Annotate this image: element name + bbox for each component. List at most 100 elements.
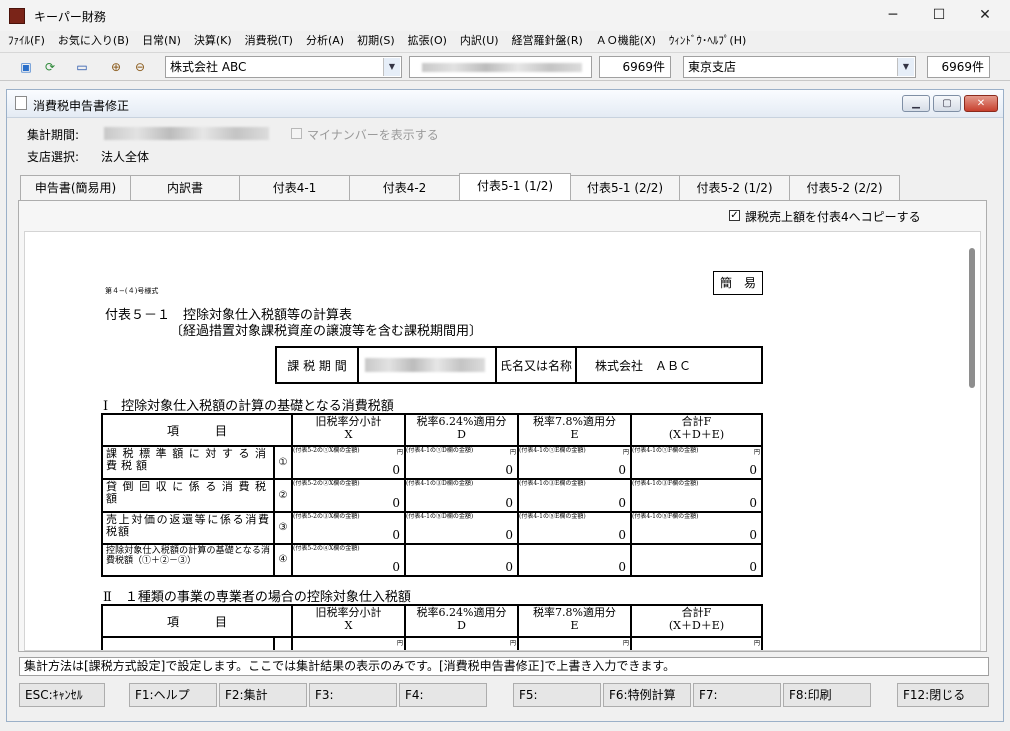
section-1-table: 項 目 旧税率分小計 X 税率6.24%適用分 D 税率7.8%適用分 E 合計F (X… bbox=[101, 412, 763, 578]
f2-aggregate-button[interactable]: F2:集計 bbox=[219, 683, 307, 707]
tab-appendix-5-2-page2[interactable]: 付表5-2 (2/2) bbox=[789, 175, 900, 200]
row-label: 課税標準額に対する消費税額 bbox=[101, 445, 275, 481]
tab-appendix-4-2[interactable]: 付表4-2 bbox=[349, 175, 460, 200]
row-number: ② bbox=[273, 478, 293, 513]
period-label: 集計期間: bbox=[27, 128, 80, 142]
simple-badge: 簡 易 bbox=[713, 271, 763, 295]
tab-appendix-5-1-page1[interactable]: 付表5-1 (1/2) bbox=[459, 173, 571, 200]
copy-checkbox-label: 課税売上額を付表4へコピーする bbox=[745, 210, 921, 224]
row-label: 控除対象仕入税額の計算の基礎となる消費税額（①＋②－③） bbox=[101, 542, 275, 578]
mynumber-label: マイナンバーを表示する bbox=[307, 128, 439, 142]
zoom-out-icon[interactable]: ⊖ bbox=[128, 56, 152, 78]
branch-selection-value: 法人全体 bbox=[101, 150, 150, 164]
zoom-in-icon[interactable]: ⊕ bbox=[104, 56, 128, 78]
window-restore-icon[interactable]: ▢ bbox=[933, 95, 961, 112]
f12-close-button[interactable]: F12:閉じる bbox=[897, 683, 989, 707]
cell-x: (付表5-2の②X欄の金額) 0 bbox=[291, 478, 406, 513]
menu-initial[interactable]: 初期(S) bbox=[357, 31, 395, 51]
menu-bar: ﾌｧｲﾙ(F) お気に入り(B) 日常(N) 決算(K) 消費税(T) 分析(A… bbox=[0, 31, 1010, 51]
masked-field bbox=[409, 56, 592, 78]
cell-e: (付表4-1の①E欄の金額) 円 0 bbox=[517, 445, 632, 481]
form-number: 第４−(４)号様式 bbox=[105, 287, 159, 295]
monitor-icon[interactable]: ▭ bbox=[70, 56, 94, 78]
chevron-down-icon[interactable]: ▼ bbox=[897, 58, 914, 76]
menu-analysis[interactable]: 分析(A) bbox=[306, 31, 344, 51]
section-1-heading: Ⅰ 控除対象仕入税額の計算の基礎となる消費税額 bbox=[103, 399, 394, 414]
app-titlebar: キーパー財務 ─ ☐ ✕ bbox=[0, 0, 1010, 31]
row-number: ③ bbox=[273, 510, 293, 545]
form-subtitle: 〔経過措置対象課税資産の譲渡等を含む課税期間用〕 bbox=[170, 324, 483, 339]
header-d: 税率6.24%適用分 D bbox=[404, 412, 519, 448]
chevron-down-icon[interactable]: ▼ bbox=[383, 58, 400, 76]
cell-e: 0 bbox=[517, 542, 632, 578]
menu-favorites[interactable]: お気に入り(B) bbox=[58, 31, 129, 51]
cell-d: (付表4-1の③D欄の金額) 0 bbox=[404, 478, 519, 513]
cell-e: 円 bbox=[517, 636, 632, 650]
mynumber-checkbox[interactable] bbox=[291, 128, 302, 139]
f5-button[interactable]: F5: bbox=[513, 683, 601, 707]
close-icon[interactable]: ✕ bbox=[962, 0, 1008, 31]
menu-ao-functions[interactable]: ＡＯ機能(X) bbox=[596, 31, 656, 51]
window-close-icon[interactable]: ✕ bbox=[964, 95, 998, 112]
name-cell-label: 氏名又は名称 bbox=[495, 346, 577, 384]
menu-window-help[interactable]: ｳｨﾝﾄﾞｳ･ﾍﾙﾌﾟ(H) bbox=[669, 31, 746, 51]
menu-consumption-tax[interactable]: 消費税(T) bbox=[245, 31, 293, 51]
row-number bbox=[273, 636, 293, 650]
name-cell-value: 株式会社 ＡＢＣ bbox=[575, 346, 763, 384]
document-icon bbox=[15, 96, 27, 110]
header-x: 旧税率分小計 X bbox=[291, 604, 406, 638]
tab-appendix-5-1-page2[interactable]: 付表5-1 (2/2) bbox=[570, 175, 680, 200]
menu-closing[interactable]: 決算(K) bbox=[194, 31, 232, 51]
menu-extension[interactable]: 拡張(O) bbox=[408, 31, 447, 51]
header-f: 合計F (X＋D＋E) bbox=[630, 604, 763, 638]
tab-declaration-simple[interactable]: 申告書(簡易用) bbox=[20, 175, 131, 200]
tab-breakdown[interactable]: 内訳書 bbox=[130, 175, 240, 200]
f3-button[interactable]: F3: bbox=[309, 683, 397, 707]
period-name-table: 課 税 期 間 氏名又は名称 株式会社 ＡＢＣ bbox=[275, 346, 763, 384]
esc-cancel-button[interactable]: ESC:ｷｬﾝｾﾙ bbox=[19, 683, 105, 707]
tab-appendix-5-2-page1[interactable]: 付表5-2 (1/2) bbox=[679, 175, 790, 200]
section-2-heading: Ⅱ １種類の事業の専業者の場合の控除対象仕入税額 bbox=[103, 590, 411, 605]
tab-appendix-4-1[interactable]: 付表4-1 bbox=[239, 175, 350, 200]
period-cell-label: 課 税 期 間 bbox=[275, 346, 359, 384]
cell-f: (付表4-1の③F欄の金額) 0 bbox=[630, 478, 763, 513]
header-e: 税率7.8%適用分 E bbox=[517, 604, 632, 638]
cell-f: (付表4-1の①F欄の金額) 円 0 bbox=[630, 445, 763, 481]
f7-button[interactable]: F7: bbox=[693, 683, 781, 707]
redacted-period-value bbox=[365, 358, 485, 372]
row-label: 売上対価の返還等に係る消費税額 bbox=[101, 510, 275, 545]
f8-print-button[interactable]: F8:印刷 bbox=[783, 683, 871, 707]
minimize-icon[interactable]: ─ bbox=[870, 0, 916, 31]
branch-select-value: 東京支店 bbox=[688, 60, 737, 74]
menu-management-compass[interactable]: 経営羅針盤(R) bbox=[512, 31, 583, 51]
header-item: 項 目 bbox=[101, 412, 293, 448]
save-icon[interactable]: ▣ bbox=[14, 56, 38, 78]
f1-help-button[interactable]: F1:ヘルプ bbox=[129, 683, 217, 707]
refresh-icon[interactable]: ⟳ bbox=[38, 56, 62, 78]
cell-f: 円 bbox=[630, 636, 763, 650]
f4-button[interactable]: F4: bbox=[399, 683, 487, 707]
header-x: 旧税率分小計 X bbox=[291, 412, 406, 448]
f6-special-calc-button[interactable]: F6:特例計算 bbox=[603, 683, 691, 707]
copy-checkbox[interactable]: ✓ bbox=[729, 210, 740, 221]
cell-x: (付表5-2の③X欄の金額) 0 bbox=[291, 510, 406, 545]
maximize-icon[interactable]: ☐ bbox=[916, 0, 962, 31]
cell-e: (付表4-1の③E欄の金額) 0 bbox=[517, 478, 632, 513]
menu-file[interactable]: ﾌｧｲﾙ(F) bbox=[8, 31, 45, 51]
cell-x: (付表5-2の④X欄の金額) 0 bbox=[291, 542, 406, 578]
row-number: ① bbox=[273, 445, 293, 481]
company-select-value: 株式会社 ABC bbox=[170, 60, 247, 74]
branch-select[interactable]: 東京支店 ▼ bbox=[683, 56, 916, 78]
window-minimize-icon[interactable]: ▁ bbox=[902, 95, 930, 112]
status-bar: 集計方法は[課税方式設定]で設定します。ここでは集計結果の表示のみです。[消費税… bbox=[19, 657, 989, 676]
toolbar: ▣ ⟳ ▭ ⊕ ⊖ 株式会社 ABC ▼ 6969件 東京支店 ▼ 6969件 bbox=[0, 52, 1010, 81]
menu-breakdown[interactable]: 内訳(U) bbox=[460, 31, 499, 51]
company-select[interactable]: 株式会社 ABC ▼ bbox=[165, 56, 402, 78]
vertical-scrollbar[interactable] bbox=[969, 248, 975, 388]
window-title: 消費税申告書修正 bbox=[33, 99, 130, 113]
row-label: 貸倒回収に係る消費税額 bbox=[101, 478, 275, 513]
header-f: 合計F (X＋D＋E) bbox=[630, 412, 763, 448]
menu-daily[interactable]: 日常(N) bbox=[142, 31, 181, 51]
cell-d: 円 bbox=[404, 636, 519, 650]
cell-x: 円 bbox=[291, 636, 406, 650]
